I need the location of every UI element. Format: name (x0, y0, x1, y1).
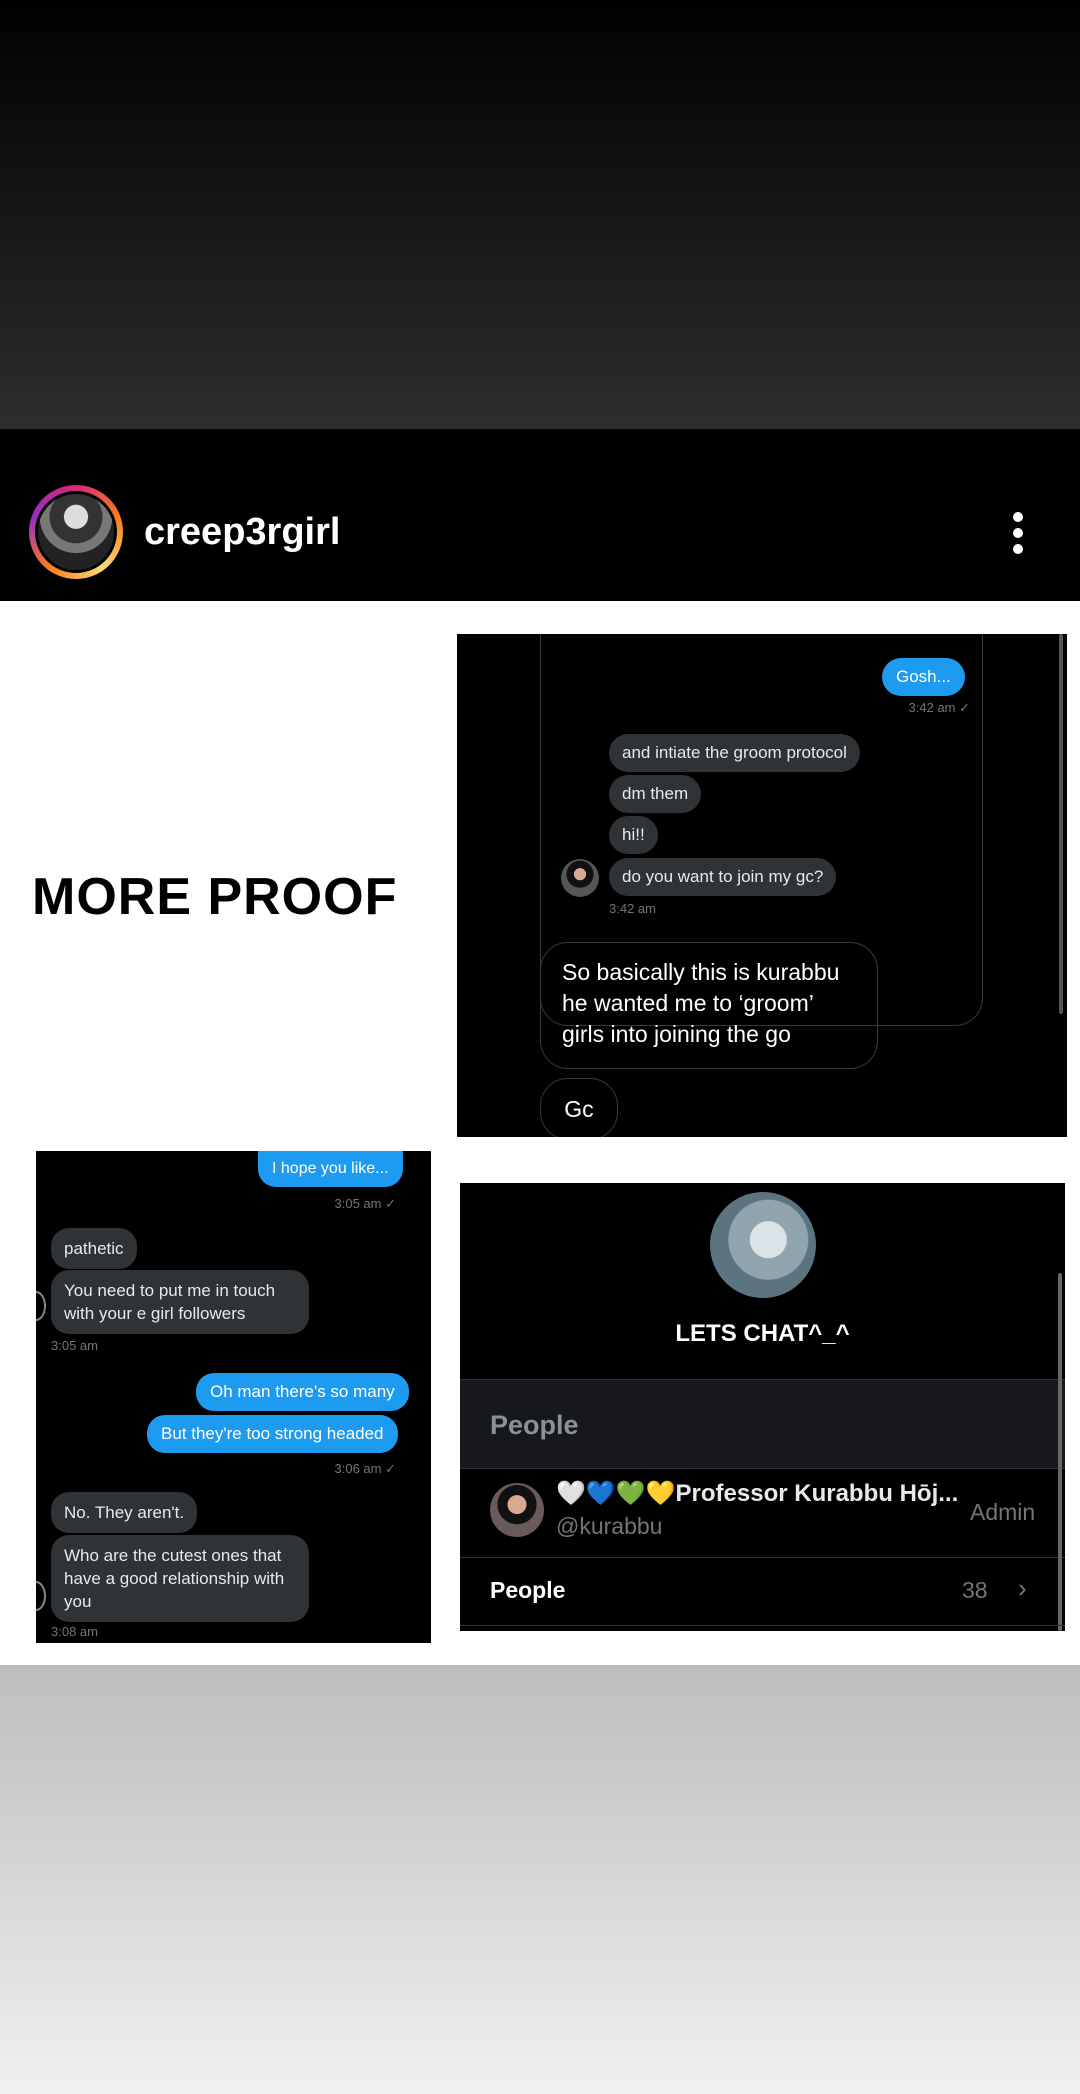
bottom-area (0, 1665, 1080, 2094)
received-bubble: do you want to join my gc? (609, 858, 837, 896)
received-bubble: hi!! (609, 816, 658, 854)
member-role: Admin (970, 1499, 1036, 1525)
group-info-screenshot: LETS CHAT^_^ People 🤍💙💚💛Professor Kurabb… (460, 1183, 1065, 1631)
note-bubble: So basically this is kurabbu he wanted m… (540, 942, 878, 1069)
chat-screenshot-1: Gosh... 3:42 am ✓ and intiate the groom … (457, 634, 1067, 1137)
divider (460, 1557, 1065, 1558)
timestamp: 3:05 am ✓ (334, 1196, 396, 1211)
member-avatar (490, 1483, 544, 1537)
timestamp: 3:06 am ✓ (334, 1461, 396, 1476)
received-bubble: and intiate the groom protocol (609, 734, 860, 772)
people-count: 38 (962, 1577, 988, 1603)
timestamp: 3:08 am (51, 1624, 98, 1639)
avatar[interactable] (35, 491, 117, 573)
section-header-label: People (490, 1410, 579, 1440)
note-bubble-gc: Gc (540, 1078, 618, 1137)
sender-avatar (561, 859, 599, 897)
headline: MORE PROOF (32, 868, 398, 926)
chat-screenshot-2: I hope you like... 3:05 am ✓ pathetic Yo… (36, 1151, 431, 1643)
received-bubble: dm them (609, 775, 702, 813)
received-bubble: pathetic (51, 1228, 137, 1269)
username[interactable]: creep3rgirl (144, 506, 340, 558)
group-name: LETS CHAT^_^ (675, 1320, 850, 1347)
chevron-right-icon: › (1018, 1573, 1027, 1603)
sender-avatar-edge (36, 1291, 46, 1321)
people-row-label: People (490, 1577, 566, 1603)
top-status-area (0, 0, 1080, 429)
group-avatar (710, 1192, 816, 1298)
scrollbar (1058, 1273, 1062, 1631)
divider (460, 1625, 1065, 1626)
received-bubble: You need to put me in touch with your e … (51, 1270, 309, 1334)
sent-bubble: I hope you like... (258, 1151, 403, 1187)
received-bubble: No. They aren't. (51, 1492, 198, 1533)
timestamp: 3:42 am (609, 901, 656, 916)
received-bubble: Who are the cutest ones that have a good… (51, 1535, 309, 1622)
member-handle: @kurabbu (556, 1513, 663, 1539)
more-vertical-icon[interactable] (998, 508, 1038, 558)
sent-bubble: But they're too strong headed (147, 1415, 398, 1453)
sent-bubble: Gosh... (882, 658, 965, 696)
timestamp: 3:42 am ✓ (908, 700, 970, 715)
timestamp: 3:05 am (51, 1338, 98, 1353)
member-name: 🤍💙💚💛Professor Kurabbu Hōj... (556, 1480, 959, 1507)
scrollbar (1059, 634, 1063, 1014)
sent-bubble: Oh man there's so many (196, 1373, 409, 1411)
sender-avatar-edge (36, 1581, 46, 1611)
